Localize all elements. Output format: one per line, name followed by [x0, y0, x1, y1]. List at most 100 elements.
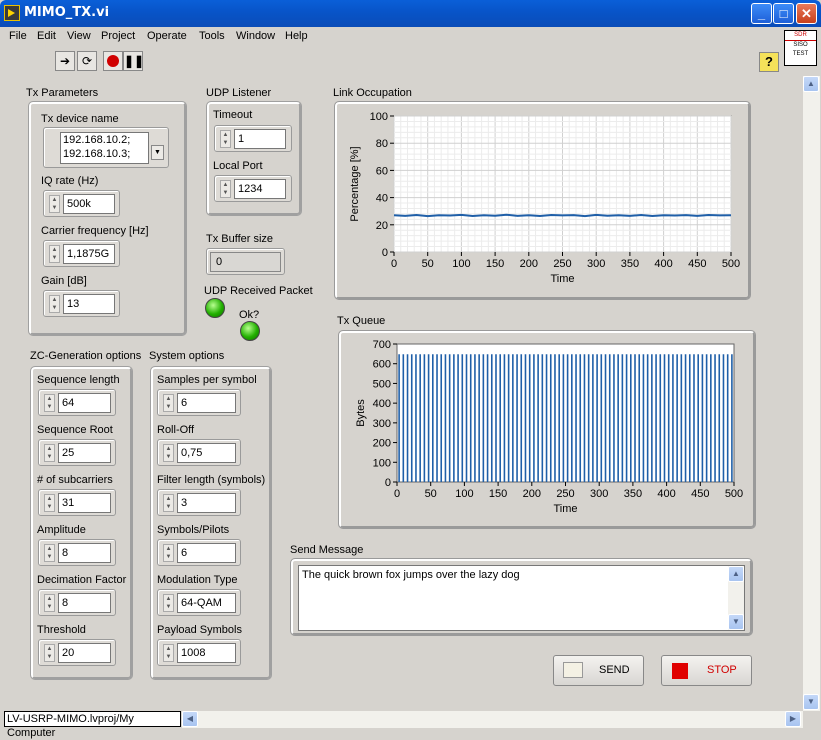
horizontal-scrollbar[interactable]: ◀ ▶ — [182, 711, 803, 728]
y-tick-label: 0 — [385, 477, 391, 489]
sys-option-field[interactable]: 64-QAM — [177, 593, 236, 613]
menu-project[interactable]: Project — [101, 30, 135, 42]
zc-option-control: ▲ ▼ 64 — [38, 389, 116, 416]
context-help-icon[interactable]: ? — [759, 52, 779, 72]
x-axis-label: Time — [550, 273, 574, 285]
menu-edit[interactable]: Edit — [37, 30, 56, 42]
sys-option-spinner[interactable]: ▲ ▼ — [163, 394, 174, 412]
y-tick-label: 80 — [376, 138, 388, 150]
sys-option-control: ▲ ▼ 1008 — [157, 639, 241, 666]
sys-option-label: Symbols/Pilots — [157, 524, 230, 536]
menu-operate[interactable]: Operate — [147, 30, 187, 42]
maximize-button[interactable]: □ — [773, 3, 794, 24]
tx-device-dropdown-icon[interactable]: ▼ — [151, 145, 164, 160]
send-button[interactable]: SEND — [553, 655, 644, 686]
vscroll-up-icon[interactable]: ▲ — [803, 76, 819, 92]
hscroll-left-icon[interactable]: ◀ — [182, 711, 198, 727]
sys-option-spinner[interactable]: ▲ ▼ — [163, 494, 174, 512]
zc-option-control: ▲ ▼ 8 — [38, 589, 116, 616]
x-tick-label: 350 — [624, 488, 642, 500]
gain-spinner[interactable]: ▲ ▼ — [49, 295, 60, 313]
zc-option-spinner[interactable]: ▲ ▼ — [44, 494, 55, 512]
carrier-freq-label: Carrier frequency [Hz] — [41, 225, 149, 237]
zc-option-field[interactable]: 64 — [58, 393, 111, 413]
gain-field[interactable]: 13 — [63, 294, 115, 314]
tx-device-field[interactable]: 192.168.10.2; 192.168.10.3; — [60, 132, 149, 164]
zc-option-field[interactable]: 20 — [58, 643, 111, 663]
carrier-freq-spinner[interactable]: ▲ ▼ — [49, 245, 60, 263]
sys-option-spinner[interactable]: ▲ ▼ — [163, 594, 174, 612]
sys-option-field[interactable]: 3 — [177, 493, 236, 513]
x-tick-label: 300 — [587, 258, 605, 270]
udp-timeout-label: Timeout — [213, 109, 253, 121]
x-tick-label: 350 — [621, 258, 639, 270]
udp-listener-title: UDP Listener — [206, 87, 272, 99]
labview-app-icon — [4, 5, 20, 21]
x-tick-label: 450 — [688, 258, 706, 270]
abort-icon[interactable] — [103, 51, 123, 71]
menu-view[interactable]: View — [67, 30, 91, 42]
zc-option-label: Sequence Root — [37, 424, 113, 436]
send-message-scrollbar[interactable]: ▲ ▼ — [728, 566, 744, 630]
zc-option-spinner[interactable]: ▲ ▼ — [44, 444, 55, 462]
x-tick-label: 250 — [556, 488, 574, 500]
menu-tools[interactable]: Tools — [199, 30, 225, 42]
sys-option-field[interactable]: 1008 — [177, 643, 236, 663]
x-tick-label: 450 — [691, 488, 709, 500]
vi-icon-line3: TEST — [792, 51, 809, 57]
carrier-freq-field[interactable]: 1,1875G — [63, 244, 115, 264]
menu-window[interactable]: Window — [236, 30, 275, 42]
zc-option-field[interactable]: 8 — [58, 593, 111, 613]
vi-icon-line1: SDR — [785, 31, 816, 41]
zc-option-field[interactable]: 31 — [58, 493, 111, 513]
sys-option-spinner[interactable]: ▲ ▼ — [163, 544, 174, 562]
menu-bar: File Edit View Project Operate Tools Win… — [4, 27, 784, 47]
x-axis-label: Time — [553, 503, 577, 515]
scroll-down-icon[interactable]: ▼ — [728, 614, 744, 630]
zc-option-spinner[interactable]: ▲ ▼ — [44, 594, 55, 612]
run-arrow-icon[interactable]: ➔ — [55, 51, 75, 71]
project-path: LV-USRP-MIMO.lvproj/My Computer — [4, 711, 181, 739]
udp-port-spinner[interactable]: ▲ ▼ — [220, 180, 231, 198]
y-tick-label: 100 — [370, 111, 388, 123]
iq-rate-field[interactable]: 500k — [63, 194, 115, 214]
zc-option-spinner[interactable]: ▲ ▼ — [44, 394, 55, 412]
udp-port-field[interactable]: 1234 — [234, 179, 286, 199]
udp-timeout-field[interactable]: 1 — [234, 129, 286, 149]
zc-option-control: ▲ ▼ 31 — [38, 489, 116, 516]
y-tick-label: 100 — [373, 457, 391, 469]
stop-button[interactable]: STOP — [661, 655, 752, 686]
run-continuously-icon[interactable]: ⟳ — [77, 51, 97, 71]
menu-help[interactable]: Help — [285, 30, 308, 42]
close-button[interactable]: ✕ — [796, 3, 817, 24]
x-tick-label: 300 — [590, 488, 608, 500]
sys-option-spinner[interactable]: ▲ ▼ — [163, 444, 174, 462]
hscroll-right-icon[interactable]: ▶ — [785, 711, 801, 727]
zc-option-field[interactable]: 8 — [58, 543, 111, 563]
tx-buffer-indicator-frame: 0 — [206, 248, 285, 275]
sys-option-spinner[interactable]: ▲ ▼ — [163, 644, 174, 662]
zc-option-field[interactable]: 25 — [58, 443, 111, 463]
gain-control: ▲ ▼ 13 — [43, 290, 120, 317]
vscroll-down-icon[interactable]: ▼ — [803, 694, 819, 710]
send-button-label: SEND — [599, 664, 630, 676]
pause-icon[interactable]: ❚❚ — [123, 51, 144, 71]
system-options-title: System options — [149, 350, 225, 362]
tx-queue-title: Tx Queue — [337, 315, 386, 327]
sys-option-control: ▲ ▼ 0,75 — [157, 439, 241, 466]
sys-option-field[interactable]: 0,75 — [177, 443, 236, 463]
iq-rate-spinner[interactable]: ▲ ▼ — [49, 195, 60, 213]
scroll-up-icon[interactable]: ▲ — [728, 566, 744, 582]
vi-icon-line2: SISO — [793, 42, 808, 48]
sys-option-field[interactable]: 6 — [177, 393, 236, 413]
vertical-scrollbar[interactable]: ▲ ▼ — [803, 76, 820, 711]
tx-params-title: Tx Parameters — [26, 87, 99, 99]
zc-option-spinner[interactable]: ▲ ▼ — [44, 544, 55, 562]
send-message-field[interactable]: The quick brown fox jumps over the lazy … — [298, 565, 745, 631]
menu-file[interactable]: File — [9, 30, 27, 42]
zc-option-spinner[interactable]: ▲ ▼ — [44, 644, 55, 662]
udp-timeout-spinner[interactable]: ▲ ▼ — [220, 130, 231, 148]
sys-option-field[interactable]: 6 — [177, 543, 236, 563]
minimize-button[interactable]: _ — [751, 3, 772, 24]
zc-option-control: ▲ ▼ 20 — [38, 639, 116, 666]
